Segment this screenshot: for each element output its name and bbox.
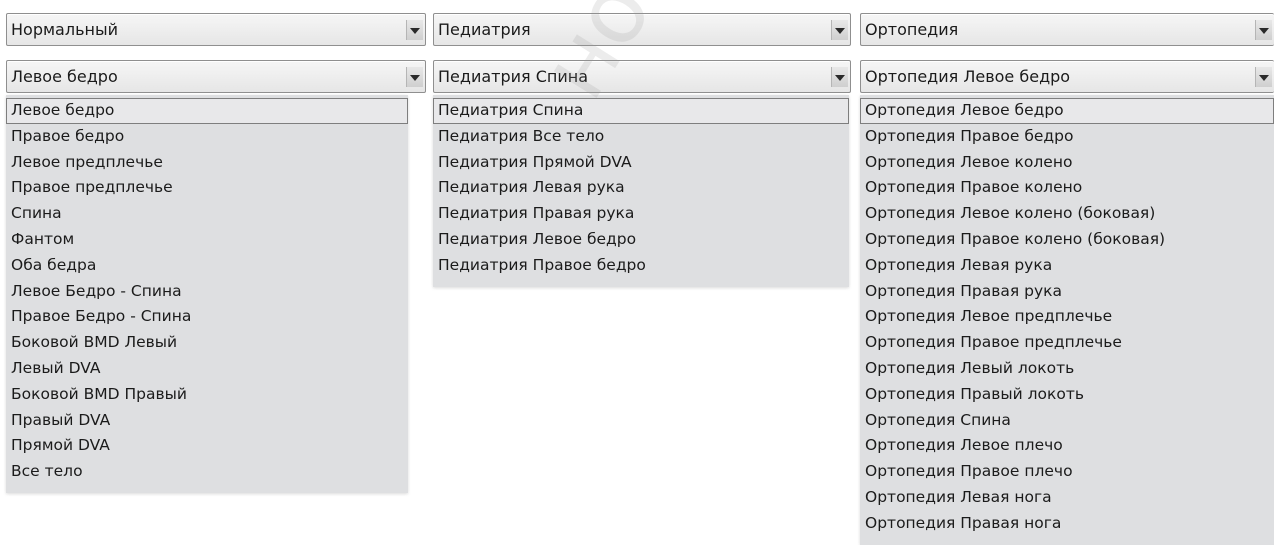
scan-type-options-normal: Левое бедро Правое бедро Левое предплечь… xyxy=(6,95,408,493)
list-item[interactable]: Ортопедия Правое колено xyxy=(860,175,1274,201)
list-item[interactable]: Ортопедия Левое колено (боковая) xyxy=(860,201,1274,227)
list-item[interactable]: Боковой BMD Правый xyxy=(6,382,408,408)
list-item[interactable]: Ортопедия Правое предплечье xyxy=(860,330,1274,356)
scan-type-select-pediatric[interactable]: Педиатрия Спина xyxy=(433,60,851,93)
list-item[interactable]: Ортопедия Правое плечо xyxy=(860,459,1274,485)
mode-select-value: Педиатрия xyxy=(438,20,531,39)
scan-type-value: Ортопедия Левое бедро xyxy=(865,67,1071,86)
chevron-down-icon[interactable] xyxy=(406,67,423,87)
scan-type-options-orthopedic: Ортопедия Левое бедро Ортопедия Правое б… xyxy=(860,95,1274,545)
scan-type-options-pediatric: Педиатрия Спина Педиатрия Все тело Педиа… xyxy=(433,95,849,287)
list-item[interactable]: Оба бедра xyxy=(6,253,408,279)
list-item[interactable]: Прямой DVA xyxy=(6,433,408,459)
list-item[interactable]: Ортопедия Правая нога xyxy=(860,511,1274,537)
chevron-down-icon[interactable] xyxy=(1255,20,1272,40)
list-item[interactable]: Ортопедия Левый локоть xyxy=(860,356,1274,382)
scan-type-value: Педиатрия Спина xyxy=(438,67,589,86)
chevron-down-icon[interactable] xyxy=(1255,67,1272,87)
list-item[interactable]: Правое бедро xyxy=(6,124,408,150)
chevron-down-icon[interactable] xyxy=(406,20,423,40)
list-item[interactable]: Ортопедия Левое бедро xyxy=(860,98,1274,124)
scan-type-select-orthopedic[interactable]: Ортопедия Левое бедро xyxy=(860,60,1274,93)
mode-select-pediatric[interactable]: Педиатрия xyxy=(433,13,851,46)
list-item[interactable]: Ортопедия Правая рука xyxy=(860,279,1274,305)
list-item[interactable]: Ортопедия Правое колено (боковая) xyxy=(860,227,1274,253)
list-item[interactable]: Ортопедия Левое колено xyxy=(860,150,1274,176)
list-item[interactable]: Левое предплечье xyxy=(6,150,408,176)
chevron-down-icon[interactable] xyxy=(831,67,848,87)
mode-select-orthopedic[interactable]: Ортопедия xyxy=(860,13,1274,46)
list-item[interactable]: Педиатрия Все тело xyxy=(433,124,849,150)
list-item[interactable]: Фантом xyxy=(6,227,408,253)
list-item[interactable]: Ортопедия Правое бедро xyxy=(860,124,1274,150)
list-item[interactable]: Боковой BMD Левый xyxy=(6,330,408,356)
list-item[interactable]: Педиатрия Правая рука xyxy=(433,201,849,227)
scan-type-value: Левое бедро xyxy=(11,67,118,86)
list-item[interactable]: Педиатрия Правое бедро xyxy=(433,253,849,279)
list-item[interactable]: Педиатрия Прямой DVA xyxy=(433,150,849,176)
list-item[interactable]: Ортопедия Левое плечо xyxy=(860,433,1274,459)
list-item[interactable]: Ортопедия Правый локоть xyxy=(860,382,1274,408)
list-item[interactable]: Спина xyxy=(6,201,408,227)
list-item[interactable]: Левое Бедро - Спина xyxy=(6,279,408,305)
list-item[interactable]: Ортопедия Левая нога xyxy=(860,485,1274,511)
list-item[interactable]: Левое бедро xyxy=(6,98,408,124)
list-item[interactable]: Правый DVA xyxy=(6,408,408,434)
list-item[interactable]: Левый DVA xyxy=(6,356,408,382)
list-item[interactable]: Правое предплечье xyxy=(6,175,408,201)
mode-select-value: Нормальный xyxy=(11,20,118,39)
pediatric-panel: Педиатрия Педиатрия Спина Педиатрия Спин… xyxy=(433,0,851,287)
list-item[interactable]: Ортопедия Левая рука xyxy=(860,253,1274,279)
list-item[interactable]: Ортопедия Спина xyxy=(860,408,1274,434)
list-item[interactable]: Ортопедия Левое предплечье xyxy=(860,304,1274,330)
list-item[interactable]: Все тело xyxy=(6,459,408,485)
list-item[interactable]: Правое Бедро - Спина xyxy=(6,304,408,330)
orthopedic-panel: Ортопедия Ортопедия Левое бедро Ортопеди… xyxy=(860,0,1274,545)
list-item[interactable]: Педиатрия Левая рука xyxy=(433,175,849,201)
list-item[interactable]: Педиатрия Левое бедро xyxy=(433,227,849,253)
chevron-down-icon[interactable] xyxy=(831,20,848,40)
mode-select-value: Ортопедия xyxy=(865,20,959,39)
mode-select-normal[interactable]: Нормальный xyxy=(6,13,426,46)
scan-type-select-normal[interactable]: Левое бедро xyxy=(6,60,426,93)
list-item[interactable]: Педиатрия Спина xyxy=(433,98,849,124)
normal-panel: Нормальный Левое бедро Левое бедро Право… xyxy=(6,0,426,493)
